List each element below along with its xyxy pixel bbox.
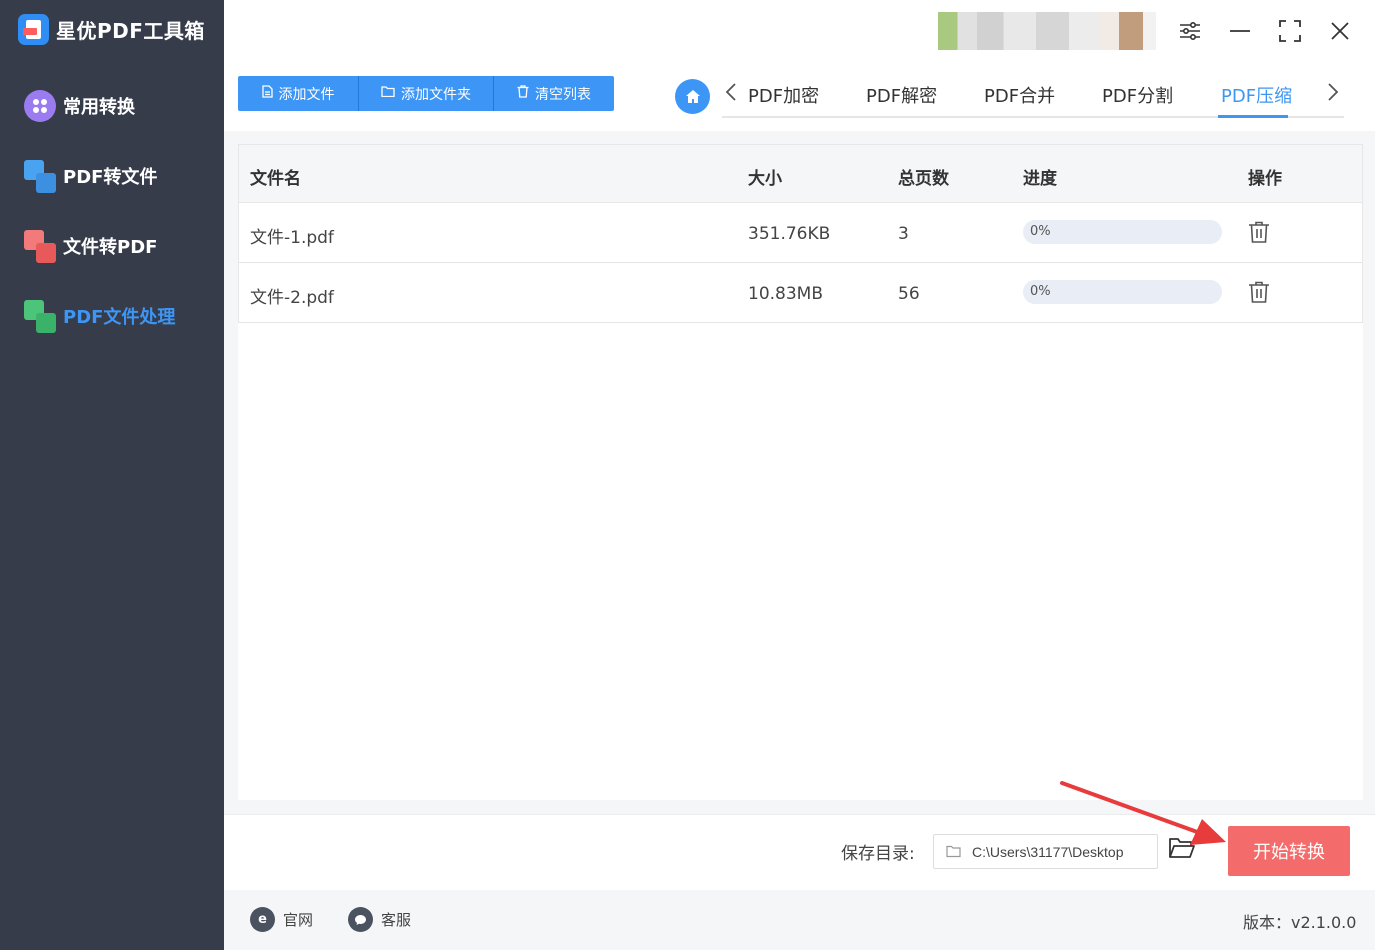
column-header-action: 操作 <box>1248 169 1282 189</box>
active-tab-indicator <box>1218 115 1288 118</box>
file-size: 10.83MB <box>748 284 823 304</box>
table-header <box>238 144 1363 203</box>
version-text: 版本：v2.1.0.0 <box>1243 913 1357 932</box>
add-folder-button[interactable]: 添加文件夹 <box>359 76 494 111</box>
user-avatar[interactable] <box>938 12 1156 50</box>
tab-pdf-encrypt[interactable]: PDF加密 <box>748 82 819 108</box>
website-link[interactable]: e 官网 <box>250 907 313 932</box>
flower-icon <box>24 89 57 123</box>
chat-bubble-icon <box>348 907 373 932</box>
column-header-name: 文件名 <box>250 169 301 189</box>
sidebar-item-label: 常用转换 <box>63 97 135 118</box>
home-button[interactable] <box>675 79 710 114</box>
close-icon[interactable] <box>1325 16 1355 46</box>
sidebar-item-pdf-to-file[interactable]: PDF转文件 <box>24 158 157 194</box>
app-logo-icon <box>18 14 49 45</box>
file-name: 文件-1.pdf <box>250 228 334 248</box>
sidebar-item-pdf-processing[interactable]: PDF文件处理 <box>24 298 175 334</box>
add-file-label: 添加文件 <box>278 86 335 103</box>
progress-bar: 0% <box>1023 280 1222 304</box>
file-pages: 56 <box>898 284 920 304</box>
folder-outline-icon <box>946 843 961 862</box>
clear-list-label: 清空列表 <box>535 86 591 103</box>
column-header-progress: 进度 <box>1023 169 1057 189</box>
delete-row-icon[interactable] <box>1248 281 1272 305</box>
file-toolbar: 添加文件 添加文件夹 清空列表 <box>238 76 614 111</box>
trash-icon <box>517 85 529 102</box>
column-header-pages: 总页数 <box>898 169 949 189</box>
save-directory-label: 保存目录: <box>841 844 915 864</box>
file-icon <box>261 85 273 102</box>
progress-value: 0% <box>1030 224 1051 239</box>
tab-pdf-decrypt[interactable]: PDF解密 <box>866 82 937 108</box>
pdf-processing-icon <box>24 299 57 333</box>
folder-icon <box>381 86 395 101</box>
file-size: 351.76KB <box>748 224 831 244</box>
support-label: 客服 <box>381 911 412 929</box>
tab-pdf-split[interactable]: PDF分割 <box>1102 82 1173 108</box>
app-brand: 星优PDF工具箱 <box>18 14 205 45</box>
add-file-button[interactable]: 添加文件 <box>238 76 359 111</box>
progress-bar: 0% <box>1023 220 1222 244</box>
sidebar-item-file-to-pdf[interactable]: 文件转PDF <box>24 228 157 264</box>
tabs-next-icon[interactable] <box>1327 82 1339 109</box>
delete-row-icon[interactable] <box>1248 221 1272 245</box>
sidebar-item-label: 文件转PDF <box>63 237 158 258</box>
clear-list-button[interactable]: 清空列表 <box>494 76 614 111</box>
minimize-icon[interactable] <box>1225 16 1255 46</box>
support-link[interactable]: 客服 <box>348 907 411 932</box>
maximize-icon[interactable] <box>1275 16 1305 46</box>
annotation-arrow <box>1060 781 1226 845</box>
sidebar-item-common-convert[interactable]: 常用转换 <box>24 88 135 124</box>
app-title: 星优PDF工具箱 <box>56 19 205 43</box>
tab-pdf-compress[interactable]: PDF压缩 <box>1221 82 1292 108</box>
file-pages: 3 <box>898 224 909 244</box>
start-convert-button[interactable]: 开始转换 <box>1228 826 1350 876</box>
home-icon <box>685 90 700 103</box>
file-to-pdf-icon <box>24 229 57 263</box>
add-folder-label: 添加文件夹 <box>401 86 471 103</box>
settings-sliders-icon[interactable] <box>1175 16 1205 46</box>
sidebar-item-label: PDF转文件 <box>63 167 158 188</box>
website-label: 官网 <box>283 911 314 929</box>
column-header-size: 大小 <box>748 169 782 189</box>
progress-value: 0% <box>1030 284 1051 299</box>
browser-e-icon: e <box>250 907 275 932</box>
sidebar-item-label: PDF文件处理 <box>63 307 176 328</box>
tabs-prev-icon[interactable] <box>725 82 737 109</box>
tab-pdf-merge[interactable]: PDF合并 <box>984 82 1055 108</box>
sidebar: 星优PDF工具箱 常用转换 PDF转文件 文件转PDF PDF文件处理 <box>0 0 224 950</box>
pdf-to-file-icon <box>24 159 57 193</box>
file-name: 文件-2.pdf <box>250 288 334 308</box>
